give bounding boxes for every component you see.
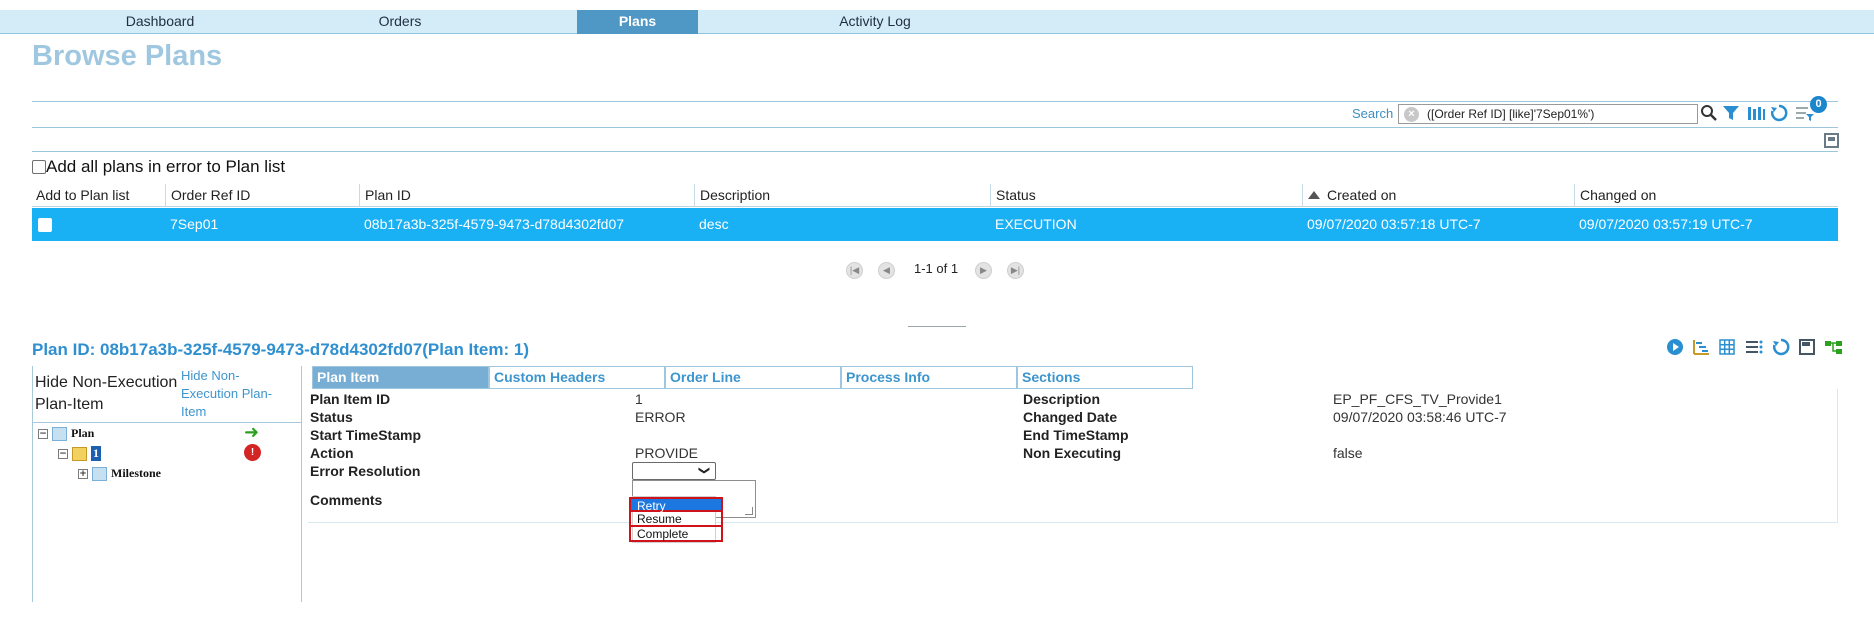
- option-complete[interactable]: Complete: [629, 527, 723, 542]
- add-to-plan-list-checkbox[interactable]: [38, 218, 52, 232]
- column-header-add-to-plan-list[interactable]: Add to Plan list: [32, 184, 166, 207]
- start-timestamp-label: Start TimeStamp: [310, 427, 421, 443]
- status-label: Status: [310, 409, 353, 425]
- column-header-plan-id[interactable]: Plan ID: [359, 184, 694, 207]
- first-page-button[interactable]: |◀: [846, 262, 863, 279]
- tree-node-plan-item[interactable]: − 1: [58, 446, 101, 461]
- divider: [32, 151, 1838, 152]
- filter-count-badge: 0: [1810, 96, 1827, 113]
- divider: [32, 127, 1838, 128]
- description-label: Description: [1023, 391, 1101, 407]
- cell-plan-id: 08b17a3b-325f-4579-9473-d78d4302fd07: [364, 216, 625, 232]
- expand-tree-icon[interactable]: [1824, 338, 1844, 362]
- table-row[interactable]: 7Sep01 08b17a3b-325f-4579-9473-d78d4302f…: [32, 208, 1838, 241]
- column-header-status[interactable]: Status: [990, 184, 1302, 207]
- changed-date-label: Changed Date: [1023, 409, 1118, 425]
- play-icon[interactable]: [1666, 338, 1684, 362]
- save-icon[interactable]: [1824, 133, 1839, 148]
- list-icon[interactable]: [1744, 338, 1764, 362]
- search-input[interactable]: ([Order Ref ID] [like]'7Sep01%'): [1398, 104, 1698, 124]
- refresh-icon[interactable]: [1772, 338, 1790, 362]
- refresh-icon[interactable]: [1770, 104, 1788, 128]
- option-retry[interactable]: Retry: [629, 497, 723, 513]
- description-value: EP_PF_CFS_TV_Provide1: [1333, 391, 1502, 407]
- chevron-down-icon: ❯: [697, 465, 710, 476]
- add-all-plans-label: Add all plans in error to Plan list: [46, 157, 286, 176]
- collapse-icon[interactable]: −: [38, 428, 48, 439]
- tab-plans[interactable]: Plans: [577, 10, 698, 34]
- collapse-icon[interactable]: −: [58, 448, 68, 459]
- plan-item-icon: [72, 446, 87, 461]
- tab-plan-item[interactable]: Plan Item: [312, 366, 489, 389]
- divider: [33, 422, 301, 423]
- plan-tree-panel: Hide Non-Execution Plan-Item Hide Non-Ex…: [32, 366, 302, 602]
- end-timestamp-label: End TimeStamp: [1023, 427, 1129, 443]
- hide-non-execution-link[interactable]: Hide Non-Execution Plan-Item: [181, 367, 273, 421]
- error-resolution-select[interactable]: ❯: [632, 462, 716, 480]
- milestone-icon: [92, 466, 107, 481]
- tree-node-plan[interactable]: − Plan: [38, 426, 94, 441]
- tree-node-label: 1: [91, 446, 101, 461]
- tree-node-label: Plan: [71, 426, 95, 440]
- column-header-created-on-label: Created on: [1327, 187, 1397, 203]
- column-header-description[interactable]: Description: [694, 184, 990, 207]
- search-label: Search: [1352, 106, 1394, 121]
- splitter-handle[interactable]: [908, 326, 966, 327]
- pager-info: 1-1 of 1: [914, 261, 959, 276]
- maximize-icon[interactable]: [1798, 338, 1816, 362]
- column-header-created-on[interactable]: Created on: [1302, 184, 1574, 207]
- expand-icon[interactable]: +: [78, 468, 88, 479]
- action-value: PROVIDE: [635, 445, 699, 461]
- columns-icon[interactable]: [1746, 104, 1766, 128]
- top-nav: Dashboard Orders Plans Activity Log: [0, 10, 1874, 34]
- prev-page-button[interactable]: ◀: [878, 262, 895, 279]
- tab-dashboard[interactable]: Dashboard: [60, 10, 260, 34]
- next-page-button[interactable]: ▶: [975, 262, 992, 279]
- tab-activity-log[interactable]: Activity Log: [775, 10, 975, 34]
- grid-icon[interactable]: [1718, 338, 1736, 362]
- tab-custom-headers[interactable]: Custom Headers: [489, 366, 665, 389]
- filter-icon[interactable]: [1722, 104, 1740, 128]
- error-icon: !: [244, 444, 261, 461]
- plan-detail-title: Plan ID: 08b17a3b-325f-4579-9473-d78d430…: [32, 340, 530, 359]
- last-page-button[interactable]: ▶|: [1007, 262, 1024, 279]
- non-executing-value: false: [1333, 445, 1363, 461]
- cell-changed-on: 09/07/2020 03:57:19 UTC-7: [1579, 216, 1753, 232]
- divider: [32, 101, 1838, 102]
- tab-order-line[interactable]: Order Line: [665, 366, 841, 389]
- cell-order-ref-id: 7Sep01: [170, 216, 219, 232]
- status-value: ERROR: [635, 409, 686, 425]
- plan-item-id-label: Plan Item ID: [310, 391, 391, 407]
- add-all-plans-row: Add all plans in error to Plan list: [32, 157, 285, 177]
- detail-toolbar: [1666, 338, 1844, 362]
- comments-label: Comments: [310, 492, 383, 508]
- action-label: Action: [310, 445, 354, 461]
- error-resolution-label: Error Resolution: [310, 463, 421, 479]
- cell-description: desc: [699, 216, 729, 232]
- changed-date-value: 09/07/2020 03:58:46 UTC-7: [1333, 409, 1507, 425]
- gantt-icon[interactable]: [1692, 338, 1710, 362]
- hide-non-execution-image: Hide Non-Execution Plan-Item: [35, 374, 178, 413]
- tab-orders[interactable]: Orders: [300, 10, 500, 34]
- tree-node-label: Milestone: [111, 466, 161, 480]
- non-executing-label: Non Executing: [1023, 445, 1122, 461]
- cell-status: EXECUTION: [995, 216, 1077, 232]
- search-icon[interactable]: [1700, 104, 1718, 128]
- arrow-right-icon: ➜: [244, 422, 260, 442]
- plan-item-id-value: 1: [635, 391, 643, 407]
- plan-icon: [52, 426, 67, 441]
- add-all-plans-checkbox[interactable]: [32, 160, 46, 174]
- clear-search-icon[interactable]: ×: [1404, 107, 1419, 122]
- column-header-order-ref-id[interactable]: Order Ref ID: [165, 184, 359, 207]
- tab-process-info[interactable]: Process Info: [841, 366, 1017, 389]
- column-header-changed-on[interactable]: Changed on: [1574, 184, 1838, 207]
- sort-ascending-icon: [1308, 191, 1320, 199]
- option-resume[interactable]: Resume: [629, 512, 723, 527]
- cell-created-on: 09/07/2020 03:57:18 UTC-7: [1307, 216, 1481, 232]
- tree-node-milestone[interactable]: + Milestone: [78, 466, 161, 481]
- tab-sections[interactable]: Sections: [1017, 366, 1193, 389]
- error-resolution-dropdown: Retry Resume Complete: [629, 496, 723, 543]
- page-title: Browse Plans: [32, 40, 223, 72]
- table-header: Add to Plan list Order Ref ID Plan ID De…: [32, 184, 1838, 207]
